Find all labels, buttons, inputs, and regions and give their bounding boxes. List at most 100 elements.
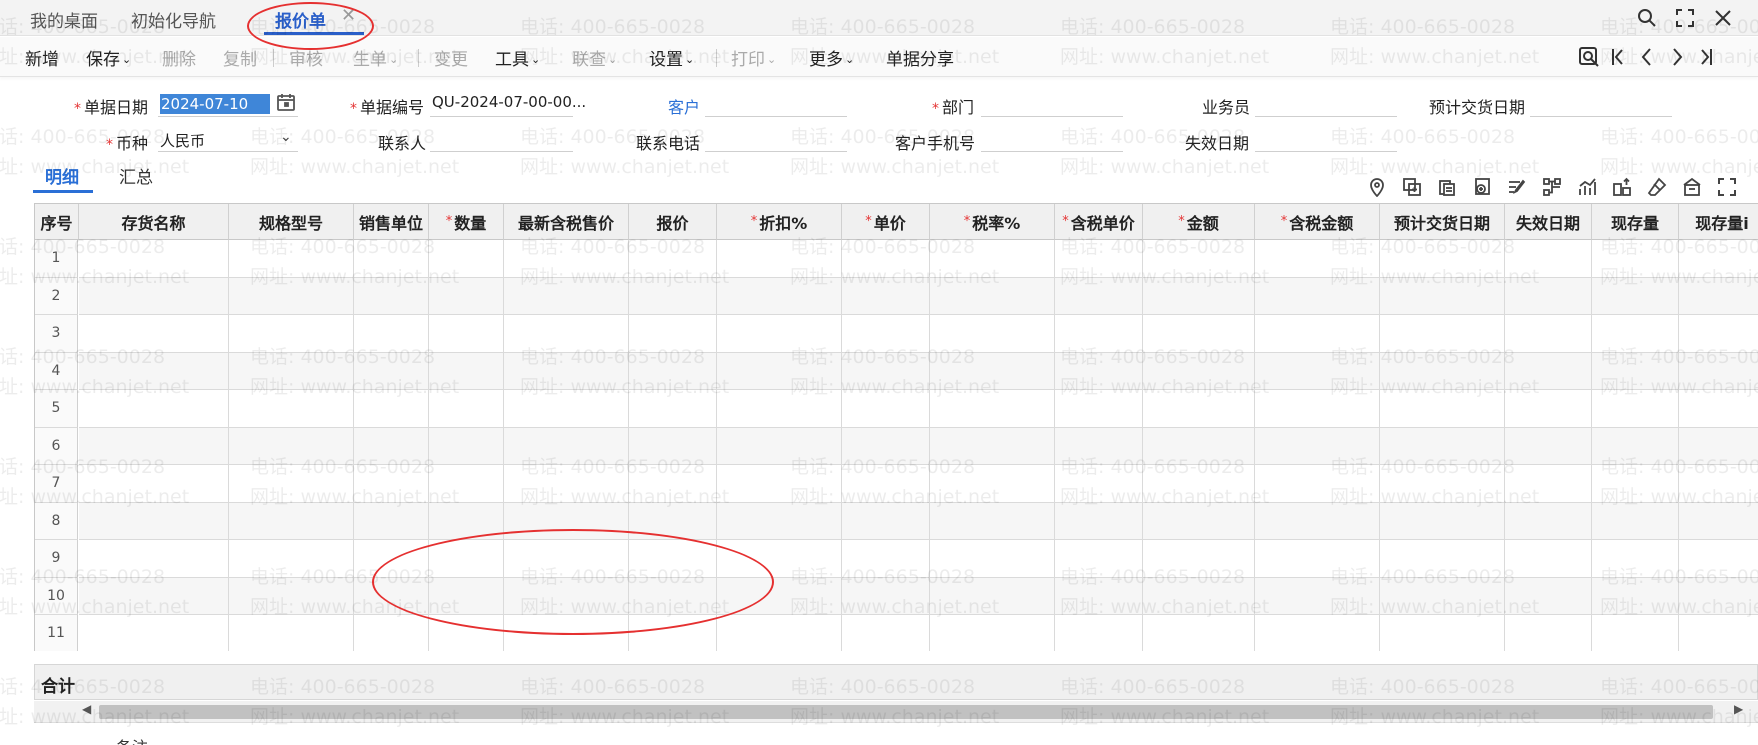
grid-cell[interactable] xyxy=(1679,615,1758,651)
locate-icon[interactable] xyxy=(1365,175,1389,199)
grid-cell[interactable] xyxy=(717,315,842,353)
grid-cell[interactable] xyxy=(1380,465,1505,503)
grid-cell[interactable] xyxy=(1380,240,1505,278)
grid-cell[interactable] xyxy=(930,502,1055,540)
more-button[interactable]: 更多 ⌄ xyxy=(809,45,854,70)
grid-cell[interactable] xyxy=(629,427,717,465)
grid-cell[interactable] xyxy=(1255,502,1380,540)
grid-cell[interactable] xyxy=(1380,502,1505,540)
grid-cell[interactable] xyxy=(429,315,504,353)
grid-cell[interactable] xyxy=(1055,540,1143,578)
grid-cell[interactable] xyxy=(1592,465,1679,503)
grid-cell[interactable] xyxy=(629,315,717,353)
horizontal-scrollbar[interactable]: ◀ ▶ xyxy=(34,701,1758,723)
grid-cell[interactable] xyxy=(354,277,429,315)
grid-cell[interactable] xyxy=(504,577,629,615)
grid-cell[interactable] xyxy=(717,540,842,578)
column-header[interactable]: 存货名称 xyxy=(79,204,229,240)
copy-button[interactable]: 复制 xyxy=(223,45,257,70)
grid-cell[interactable] xyxy=(842,427,930,465)
prev-record-icon[interactable] xyxy=(1634,43,1660,71)
insert-icon[interactable] xyxy=(1470,175,1494,199)
doc-date-input[interactable]: 2024-07-10 xyxy=(160,94,270,114)
grid-cell[interactable] xyxy=(930,390,1055,428)
audit-button[interactable]: 审核 xyxy=(289,45,323,70)
grid-cell[interactable] xyxy=(629,240,717,278)
chevron-down-icon[interactable]: ⌄ xyxy=(280,129,292,145)
grid-cell[interactable] xyxy=(1679,240,1758,278)
last-record-icon[interactable] xyxy=(1693,43,1719,71)
grid-cell[interactable] xyxy=(1143,390,1255,428)
grid-cell[interactable] xyxy=(354,577,429,615)
grid-cell[interactable] xyxy=(354,615,429,651)
grid-cell[interactable] xyxy=(842,240,930,278)
grid-cell[interactable] xyxy=(229,240,354,278)
grid-cell[interactable] xyxy=(429,502,504,540)
grid-cell[interactable] xyxy=(717,240,842,278)
grid-cell[interactable] xyxy=(229,427,354,465)
grid-cell[interactable] xyxy=(1255,352,1380,390)
grid-cell[interactable] xyxy=(930,315,1055,353)
grid-cell[interactable] xyxy=(1255,465,1380,503)
scroll-right-icon[interactable]: ▶ xyxy=(1734,702,1743,716)
grid-cell[interactable] xyxy=(1505,540,1592,578)
column-header[interactable]: 现存量i xyxy=(1679,204,1758,240)
grid-cell[interactable] xyxy=(429,240,504,278)
grid-cell[interactable] xyxy=(1143,465,1255,503)
grid-cell[interactable] xyxy=(842,352,930,390)
grid-cell[interactable] xyxy=(79,315,229,353)
grid-cell[interactable] xyxy=(1255,315,1380,353)
grid-cell[interactable] xyxy=(629,465,717,503)
grid-cell[interactable] xyxy=(504,277,629,315)
grid-cell[interactable] xyxy=(1380,615,1505,651)
grid-cell[interactable] xyxy=(717,577,842,615)
grid-cell[interactable] xyxy=(930,615,1055,651)
salesman-input[interactable] xyxy=(1255,116,1397,117)
grid-cell[interactable] xyxy=(1055,577,1143,615)
grid-cell[interactable] xyxy=(1255,427,1380,465)
grid-cell[interactable] xyxy=(1505,615,1592,651)
grid-cell[interactable] xyxy=(79,577,229,615)
close-tab-icon[interactable]: ✕ xyxy=(341,5,356,26)
tools-button[interactable]: 工具 ⌄ xyxy=(495,45,540,70)
grid-cell[interactable] xyxy=(79,390,229,428)
grid-cell[interactable] xyxy=(629,390,717,428)
column-header[interactable]: 规格型号 xyxy=(229,204,354,240)
grid-cell[interactable] xyxy=(1679,352,1758,390)
paste-icon[interactable] xyxy=(1435,175,1459,199)
grid-cell[interactable] xyxy=(1055,615,1143,651)
grid-cell[interactable] xyxy=(1679,502,1758,540)
grid-cell[interactable] xyxy=(1255,390,1380,428)
grid-cell[interactable] xyxy=(1055,277,1143,315)
column-header[interactable]: * 金额 xyxy=(1143,204,1255,240)
grid-cell[interactable] xyxy=(1592,577,1679,615)
grid-cell[interactable] xyxy=(1679,390,1758,428)
grid-cell[interactable] xyxy=(629,615,717,651)
grid-cell[interactable] xyxy=(842,577,930,615)
grid-cell[interactable] xyxy=(717,427,842,465)
calendar-icon[interactable] xyxy=(276,92,296,112)
grid-cell[interactable] xyxy=(1679,540,1758,578)
grid-cell[interactable] xyxy=(1143,352,1255,390)
grid-cell[interactable] xyxy=(79,352,229,390)
grid-cell[interactable] xyxy=(629,577,717,615)
edit-icon[interactable] xyxy=(1505,175,1529,199)
search-icon[interactable] xyxy=(1633,4,1661,32)
dept-input[interactable] xyxy=(981,116,1123,117)
expire-date-input[interactable] xyxy=(1255,151,1397,152)
grid-cell[interactable] xyxy=(429,390,504,428)
save-button[interactable]: 保存 ⌄ xyxy=(86,45,131,70)
grid-cell[interactable] xyxy=(1380,540,1505,578)
grid-cell[interactable] xyxy=(930,465,1055,503)
grid-cell[interactable] xyxy=(1592,315,1679,353)
copy-row-icon[interactable] xyxy=(1400,175,1424,199)
grid-cell[interactable] xyxy=(1592,427,1679,465)
grid-cell[interactable] xyxy=(429,277,504,315)
fullscreen-icon[interactable] xyxy=(1715,175,1739,199)
grid-cell[interactable] xyxy=(1255,577,1380,615)
grid-cell[interactable] xyxy=(1380,352,1505,390)
grid-cell[interactable] xyxy=(842,390,930,428)
tab-my-desktop[interactable]: 我的桌面 xyxy=(30,7,98,32)
grid-cell[interactable] xyxy=(1055,390,1143,428)
settings-button[interactable]: 设置 ⌄ xyxy=(649,45,694,70)
